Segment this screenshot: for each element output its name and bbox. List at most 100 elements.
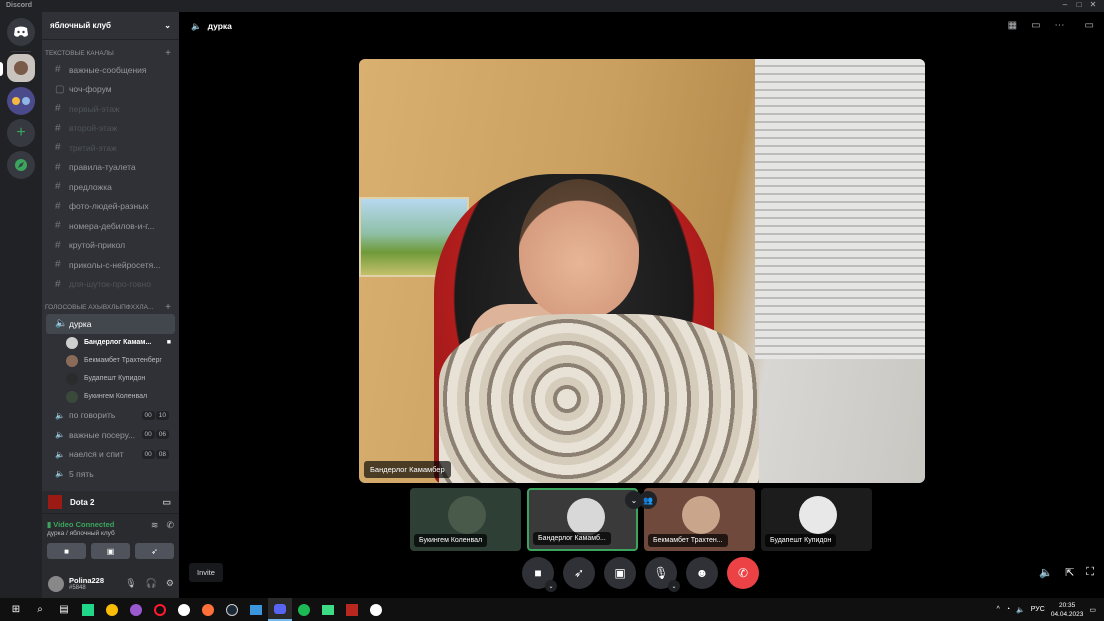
- notifications-icon[interactable]: ▭: [1089, 606, 1096, 614]
- activity-button[interactable]: ➶: [563, 557, 595, 589]
- add-server-icon[interactable]: +: [7, 119, 35, 147]
- chevron-down-icon[interactable]: ⌄: [668, 580, 680, 592]
- task-view-icon[interactable]: ▤: [52, 598, 76, 621]
- language-indicator[interactable]: РУС: [1031, 606, 1045, 613]
- count-digit: 10: [155, 410, 169, 420]
- text-channel[interactable]: ▢ чоч-форум: [46, 80, 175, 100]
- noise-suppression-icon[interactable]: ≋: [151, 520, 159, 537]
- grid-layout-icon[interactable]: ▦: [1008, 20, 1017, 31]
- popout-icon[interactable]: ▭: [1031, 20, 1040, 31]
- server-icon-folder[interactable]: [7, 87, 35, 115]
- voice-channel[interactable]: 🔈 по говорить 00 10: [46, 406, 175, 426]
- text-channel[interactable]: # первый-этаж: [46, 99, 175, 119]
- disconnect-icon[interactable]: ✆: [166, 520, 174, 537]
- network-icon[interactable]: ◔: [1006, 606, 1010, 613]
- voice-member[interactable]: Бекмамбет Трахтенберг: [42, 352, 179, 370]
- pycharm-icon[interactable]: [76, 598, 100, 621]
- volume-icon[interactable]: 🔈: [1039, 566, 1053, 579]
- participant-tile[interactable]: Бекмамбет Трахтен...: [644, 488, 755, 551]
- participant-tile[interactable]: Бандерлог Камамб...: [527, 488, 638, 551]
- fullscreen-icon[interactable]: ⛶: [1086, 566, 1094, 579]
- yandex-icon[interactable]: [364, 598, 388, 621]
- opera-icon[interactable]: [148, 598, 172, 621]
- add-channel-icon[interactable]: +: [165, 48, 171, 59]
- text-channel[interactable]: # для-шуток-про-говно: [46, 275, 175, 295]
- clock[interactable]: 20:35 04.04.2023: [1051, 601, 1084, 619]
- camera-button[interactable]: ■ ⌄: [522, 557, 557, 592]
- date: 04.04.2023: [1050, 610, 1084, 618]
- camera-button[interactable]: ■: [47, 543, 86, 559]
- avatar[interactable]: [48, 575, 64, 592]
- store-icon[interactable]: [244, 598, 268, 621]
- discord-taskbar-icon[interactable]: [268, 598, 292, 621]
- voice-status[interactable]: ▮ Video Connected: [47, 520, 115, 529]
- dota-taskbar-icon[interactable]: [340, 598, 364, 621]
- microphone-icon[interactable]: 🎙: [125, 578, 136, 589]
- soundboard-button[interactable]: ☻: [686, 557, 718, 589]
- channel-name: важные-сообщения: [69, 64, 147, 75]
- maximize-icon[interactable]: □: [1072, 0, 1086, 9]
- channel-name: третий-этаж: [69, 142, 117, 153]
- popout-icon[interactable]: ⇱: [1065, 566, 1074, 579]
- activity-button[interactable]: ➶: [135, 543, 174, 559]
- video-stage[interactable]: Бандерлог Камамбер: [359, 59, 925, 483]
- android-icon[interactable]: [316, 598, 340, 621]
- screen-share-button[interactable]: ▣: [91, 543, 130, 559]
- server-icon-yablochny[interactable]: [7, 54, 35, 82]
- microphone-button[interactable]: 🎙 ⌄: [645, 557, 680, 592]
- category-text[interactable]: ТЕКСТОВЫЕ КАНАЛЫ +: [42, 46, 179, 60]
- header-toolbar: ▦ ▭ ⋯ ▭: [1008, 20, 1094, 31]
- voice-member[interactable]: Букингем Коленвал: [42, 388, 179, 406]
- chevron-down-icon[interactable]: ⌄: [545, 580, 557, 592]
- chevron-up-icon[interactable]: ^: [997, 606, 1000, 613]
- game-activity[interactable]: Dota 2 ▭: [42, 491, 179, 513]
- speaker-icon: 🔈: [55, 449, 65, 459]
- avatar: [66, 354, 78, 367]
- volume-icon[interactable]: 🔈: [1016, 606, 1025, 614]
- more-icon[interactable]: ⋯: [1055, 20, 1065, 31]
- text-channel[interactable]: # номера-дебилов-и-г...: [46, 216, 175, 236]
- text-channel[interactable]: # второй-этаж: [46, 119, 175, 139]
- monitor-icon[interactable]: ▭: [162, 497, 171, 508]
- hang-up-icon: ✆: [737, 566, 749, 580]
- server-header[interactable]: яблочный клуб ⌄: [42, 12, 179, 40]
- screen-share-button[interactable]: ▣: [604, 557, 636, 589]
- text-channel[interactable]: # предложка: [46, 177, 175, 197]
- headphones-icon[interactable]: 🎧: [146, 578, 157, 589]
- minimize-icon[interactable]: –: [1058, 0, 1072, 9]
- participant-tile[interactable]: Букингем Коленвал: [410, 488, 521, 551]
- gear-icon[interactable]: ⚙: [166, 578, 174, 589]
- category-voice[interactable]: ГОЛОСОВЫЕ АХЫВХЛЫПФХХЛА... +: [42, 300, 179, 314]
- participant-tile[interactable]: Будапешт Купидон: [761, 488, 872, 551]
- yandex-browser-icon[interactable]: [172, 598, 196, 621]
- selected-indicator: [0, 62, 3, 76]
- add-channel-icon[interactable]: +: [165, 302, 171, 313]
- text-channel[interactable]: # приколы-с-нейросетя...: [46, 255, 175, 275]
- chat-icon[interactable]: ▭: [1085, 20, 1094, 31]
- voice-member[interactable]: Будапешт Купидон: [42, 370, 179, 388]
- steam-icon[interactable]: [220, 598, 244, 621]
- explore-icon[interactable]: [7, 151, 35, 179]
- text-channel[interactable]: # крутой-прикол: [46, 236, 175, 256]
- text-channel[interactable]: # правила-туалета: [46, 158, 175, 178]
- member-name: Бекмамбет Трахтенберг: [84, 357, 162, 364]
- voice-channel[interactable]: 🔈 5 пять: [46, 464, 175, 484]
- discord-home-icon[interactable]: [7, 18, 35, 46]
- close-icon[interactable]: ✕: [1086, 0, 1100, 9]
- voice-channel[interactable]: 🔈 важные посеру... 00 06: [46, 425, 175, 445]
- disconnect-button[interactable]: ✆: [727, 557, 759, 589]
- participants-icon[interactable]: 👥: [639, 491, 657, 509]
- firefox-icon[interactable]: [196, 598, 220, 621]
- text-channel[interactable]: # важные-сообщения: [46, 60, 175, 80]
- voice-channel[interactable]: 🔈 наелся и спит 00 08: [46, 445, 175, 465]
- voice-channel-active[interactable]: 🔈 дурка: [46, 314, 175, 334]
- windows-start-icon[interactable]: ⊞: [4, 598, 28, 621]
- text-channel[interactable]: # третий-этаж: [46, 138, 175, 158]
- chrome-icon[interactable]: [100, 598, 124, 621]
- voice-member[interactable]: Бандерлог Камам... ■: [42, 334, 179, 352]
- participant-avatar: [567, 498, 605, 536]
- podcast-icon[interactable]: [124, 598, 148, 621]
- spotify-icon[interactable]: [292, 598, 316, 621]
- search-icon[interactable]: ⌕: [28, 598, 52, 621]
- text-channel[interactable]: # фото-людей-разных: [46, 197, 175, 217]
